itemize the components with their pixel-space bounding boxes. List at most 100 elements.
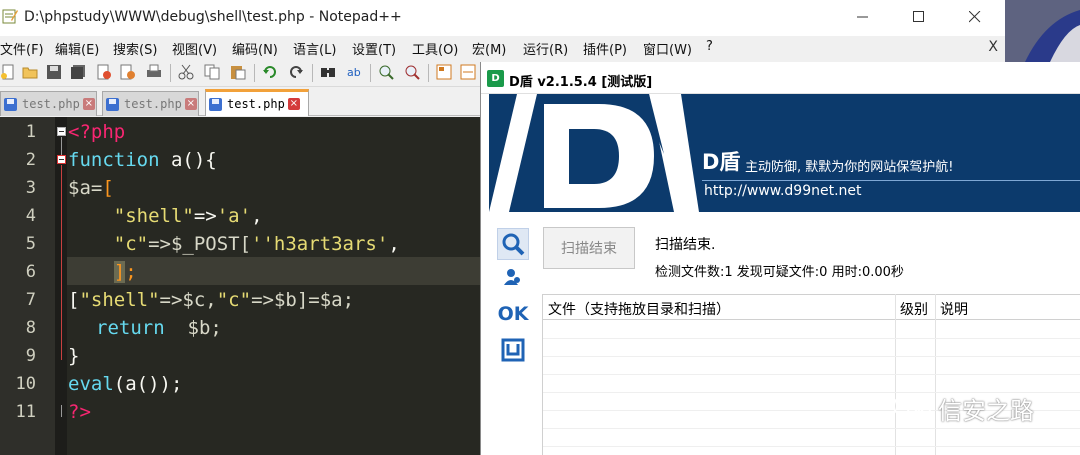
minimize-button[interactable] [840, 0, 886, 34]
table-row-line [543, 428, 1080, 429]
matched-bracket: ] [113, 261, 126, 283]
line-number: 6 [25, 262, 36, 282]
results-table[interactable]: 文件（支持拖放目录和扫描） 级别 说明 [542, 294, 1080, 455]
notepad-app-icon [2, 9, 18, 24]
menu-search[interactable]: 搜索(S) [113, 39, 157, 58]
file-saved-icon [106, 97, 119, 111]
close-button[interactable] [952, 0, 998, 34]
dshield-title: D盾 v2.1.5.4 [测试版] [509, 75, 653, 90]
word-wrap-icon[interactable] [460, 64, 476, 80]
ok-nav-button[interactable]: OK [497, 298, 529, 330]
dshield-titlebar: D D盾 v2.1.5.4 [测试版] [481, 62, 1080, 94]
string: ''h3art3ars' [251, 233, 389, 255]
line-number: 11 [15, 402, 36, 422]
fold-toggle-icon[interactable] [57, 127, 66, 136]
toolbar-separator [312, 64, 313, 82]
code-line-1: <?php [68, 118, 125, 146]
column-description[interactable]: 说明 [940, 299, 968, 319]
menu-view[interactable]: 视图(V) [172, 39, 217, 58]
storage-nav-button[interactable] [497, 334, 529, 366]
toolbar-separator [170, 64, 171, 82]
menubar: 文件(F) 编辑(E) 搜索(S) 视图(V) 编码(N) 语言(L) 设置(T… [0, 36, 1005, 58]
wechat-icon [893, 394, 931, 422]
window-title: D:\phpstudy\WWW\debug\shell\test.php - N… [24, 9, 402, 25]
code-line-5: "c"=>$_POST[''h3art3ars', [68, 230, 400, 258]
print-icon[interactable] [146, 64, 162, 80]
new-file-icon[interactable] [0, 64, 16, 80]
dshield-app-icon: D [487, 70, 504, 87]
line-number: 1 [25, 122, 36, 142]
scan-nav-button[interactable] [497, 228, 529, 260]
paste-icon[interactable] [230, 64, 246, 80]
toolbar-separator [254, 64, 255, 82]
menu-tools[interactable]: 工具(O) [412, 39, 458, 58]
sync-scroll-icon[interactable] [436, 64, 452, 80]
operator: , [388, 233, 400, 255]
zoom-in-icon[interactable] [378, 64, 394, 80]
menu-help[interactable]: ? [706, 39, 713, 54]
table-row-line [543, 338, 1080, 339]
line-number: 3 [25, 178, 36, 198]
magnifier-icon [502, 233, 525, 256]
php-open-tag: <?php [68, 121, 126, 143]
maximize-button[interactable] [896, 0, 942, 34]
tab-test-php-1[interactable]: test.php × [0, 91, 97, 116]
zoom-out-icon[interactable] [404, 64, 420, 80]
dshield-banner: D盾 主动防御, 默默为你的网站保驾护航! http://www.d99net.… [489, 94, 1080, 212]
save-icon[interactable] [46, 64, 62, 80]
scan-status: 扫描结束. [655, 237, 716, 253]
menu-settings[interactable]: 设置(T) [352, 39, 396, 58]
line-number: 10 [15, 374, 36, 394]
close-document-button[interactable]: X [988, 39, 998, 55]
process-nav-button[interactable] [497, 262, 529, 294]
code-line-10: eval(a()); [68, 370, 182, 398]
column-level[interactable]: 级别 [900, 299, 928, 319]
close-icon [969, 11, 981, 23]
line-number: 7 [25, 290, 36, 310]
string: "shell" [79, 289, 160, 311]
results-header: 文件（支持拖放目录和扫描） 级别 说明 [543, 294, 1080, 320]
scan-button[interactable]: 扫描结束 [543, 227, 635, 269]
string: "c" [113, 233, 149, 255]
keyword: eval [68, 373, 114, 395]
users-icon [504, 269, 520, 285]
open-file-icon[interactable] [22, 64, 38, 80]
menu-file[interactable]: 文件(F) [0, 39, 44, 58]
column-file[interactable]: 文件（支持拖放目录和扫描） [548, 299, 730, 319]
keyword: function [68, 149, 160, 171]
undo-icon[interactable] [262, 64, 278, 80]
menu-macro[interactable]: 宏(M) [472, 39, 506, 58]
menu-plugins[interactable]: 插件(P) [583, 39, 627, 58]
tab-close-icon[interactable]: × [287, 98, 300, 110]
desktop-background [1005, 0, 1080, 62]
line-number: 2 [25, 150, 36, 170]
replace-icon[interactable]: ab [346, 64, 362, 80]
tab-label: test.php [227, 97, 285, 111]
table-row-line [543, 374, 1080, 375]
line-number: 9 [25, 346, 36, 366]
code-line-2: function a(){ [68, 146, 217, 174]
code-text: (a()); [113, 373, 183, 395]
tab-test-php-2[interactable]: test.php × [102, 91, 199, 116]
menu-run[interactable]: 运行(R) [523, 39, 568, 58]
save-all-icon[interactable] [70, 64, 86, 80]
menu-encoding[interactable]: 编码(N) [232, 39, 278, 58]
code-line-11: ?> [68, 398, 91, 426]
menu-language[interactable]: 语言(L) [293, 39, 336, 58]
tab-close-icon[interactable]: × [184, 98, 197, 110]
line-number: 4 [25, 206, 36, 226]
find-icon[interactable] [320, 64, 336, 80]
redo-icon[interactable] [288, 64, 304, 80]
menu-edit[interactable]: 编辑(E) [55, 39, 99, 58]
cut-icon[interactable] [178, 64, 194, 80]
menu-window[interactable]: 窗口(W) [643, 39, 692, 58]
tab-test-php-active[interactable]: test.php × [205, 89, 309, 116]
dshield-url[interactable]: http://www.d99net.net [704, 183, 862, 199]
tab-close-icon[interactable]: × [82, 98, 95, 110]
copy-icon[interactable] [204, 64, 220, 80]
close-all-icon[interactable] [120, 64, 136, 80]
fold-toggle-icon[interactable] [57, 155, 66, 164]
code-text: } [68, 345, 80, 367]
close-file-icon[interactable] [96, 64, 112, 80]
